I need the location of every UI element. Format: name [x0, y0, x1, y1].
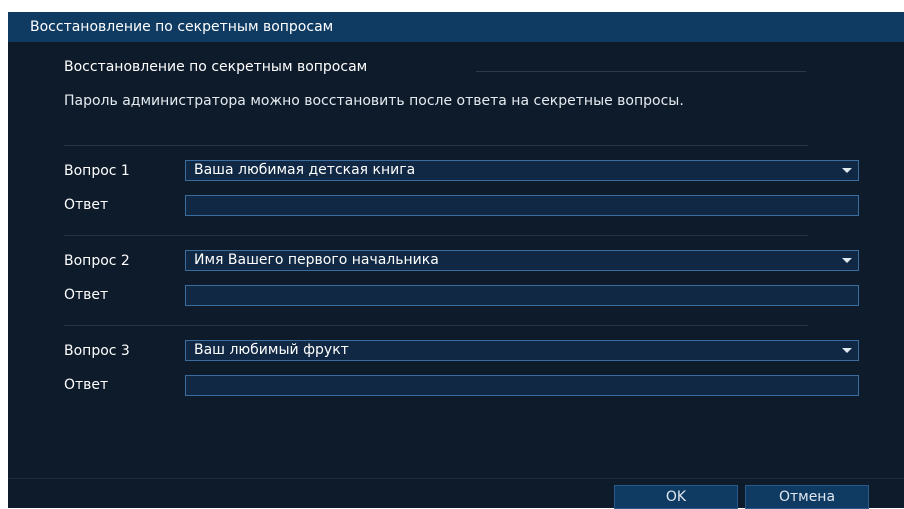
- chevron-down-icon: [842, 348, 852, 353]
- cancel-button[interactable]: Отмена: [745, 485, 869, 509]
- section-title-divider: [476, 71, 806, 72]
- question-1-label: Вопрос 1: [64, 163, 130, 179]
- question-2-select[interactable]: Имя Вашего первого начальника: [185, 250, 859, 271]
- security-questions-dialog: Восстановление по секретным вопросам Вос…: [8, 12, 904, 509]
- section-description: Пароль администратора можно восстановить…: [64, 93, 684, 109]
- answer-1-label: Ответ: [64, 197, 109, 213]
- answer-1-input[interactable]: [185, 195, 859, 216]
- question-3-label: Вопрос 3: [64, 343, 130, 359]
- answer-2-label: Ответ: [64, 287, 109, 303]
- ok-button[interactable]: OK: [614, 485, 738, 509]
- divider: [64, 145, 808, 146]
- divider: [64, 235, 808, 236]
- question-2-label: Вопрос 2: [64, 253, 130, 269]
- answer-2-input[interactable]: [185, 285, 859, 306]
- question-3-select[interactable]: Ваш любимый фрукт: [185, 340, 859, 361]
- answer-3-label: Ответ: [64, 377, 109, 393]
- divider: [64, 325, 808, 326]
- answer-3-input[interactable]: [185, 375, 859, 396]
- chevron-down-icon: [842, 168, 852, 173]
- question-1-selected-value: Ваша любимая детская книга: [194, 162, 416, 178]
- question-1-select[interactable]: Ваша любимая детская книга: [185, 160, 859, 181]
- dialog-title: Восстановление по секретным вопросам: [8, 12, 904, 42]
- footer-divider: [8, 478, 904, 479]
- question-3-selected-value: Ваш любимый фрукт: [194, 342, 349, 358]
- chevron-down-icon: [842, 258, 852, 263]
- dialog-content: Восстановление по секретным вопросам Пар…: [8, 42, 904, 478]
- question-2-selected-value: Имя Вашего первого начальника: [194, 252, 439, 268]
- section-title: Восстановление по секретным вопросам: [64, 59, 368, 75]
